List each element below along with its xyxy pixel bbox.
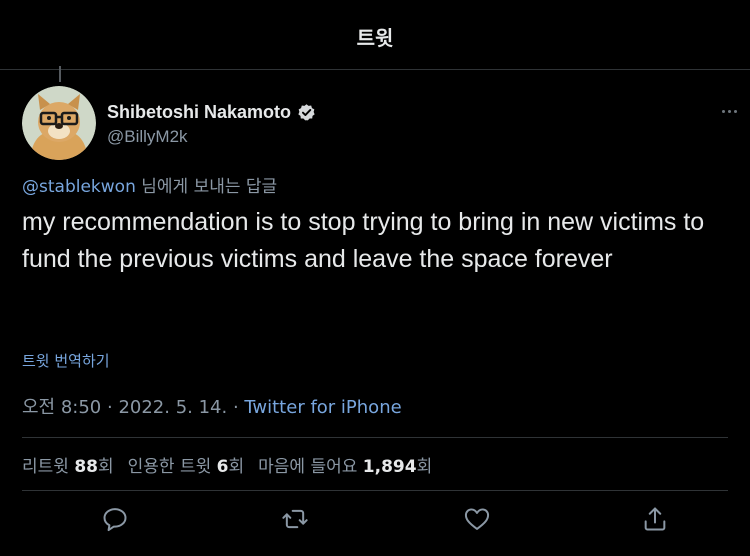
author-name-row[interactable]: Shibetoshi Nakamoto <box>107 102 316 123</box>
tweet-time[interactable]: 오전 8:50 <box>22 397 101 418</box>
author-name[interactable]: Shibetoshi Nakamoto <box>107 102 291 123</box>
reply-context: @stablekwon 님에게 보내는 답글 <box>22 172 277 197</box>
reply-icon[interactable] <box>101 505 129 533</box>
tweet-text: my recommendation is to stop trying to b… <box>22 208 705 273</box>
retweets-count: 88 <box>74 457 98 477</box>
retweet-icon[interactable] <box>281 505 309 533</box>
likes-unit: 회 <box>416 457 433 477</box>
engagement-stats: 리트윗 88회 인용한 트윗 6회 마음에 들어요 1,894회 <box>22 452 432 477</box>
likes-stat[interactable]: 마음에 들어요 1,894회 <box>258 457 432 477</box>
retweets-stat[interactable]: 리트윗 88회 <box>22 457 114 477</box>
quotes-stat[interactable]: 인용한 트윗 6회 <box>128 457 245 477</box>
top-bar: 트윗 <box>0 0 750 70</box>
translate-tweet-link[interactable]: 트윗 번역하기 <box>22 350 110 371</box>
action-bar <box>0 505 750 541</box>
avatar[interactable] <box>22 86 96 160</box>
divider <box>22 437 728 438</box>
quotes-label: 인용한 트윗 <box>127 457 217 477</box>
tweet-date[interactable]: 2022. 5. 14. <box>118 397 227 418</box>
likes-count: 1,894 <box>362 457 417 477</box>
divider <box>22 490 728 491</box>
tweet-meta: 오전 8:50 · 2022. 5. 14. · Twitter for iPh… <box>22 393 402 419</box>
verified-badge-icon <box>297 103 316 122</box>
share-icon[interactable] <box>641 505 669 533</box>
tweet-source-link[interactable]: Twitter for iPhone <box>244 397 401 418</box>
retweets-unit: 회 <box>98 457 114 477</box>
reply-mention-link[interactable]: @stablekwon <box>22 177 136 197</box>
more-options-icon[interactable] <box>722 106 748 116</box>
reply-context-label: 님에게 보내는 답글 <box>135 177 278 197</box>
page-title: 트윗 <box>356 26 394 50</box>
likes-label: 마음에 들어요 <box>258 457 363 477</box>
retweets-label: 리트윗 <box>22 457 75 477</box>
quotes-count: 6 <box>216 457 229 477</box>
author-handle[interactable]: @BillyM2k <box>107 127 188 147</box>
thread-connector-line <box>59 66 61 82</box>
quotes-unit: 회 <box>228 457 245 477</box>
meta-separator: · <box>101 397 119 418</box>
doge-avatar-icon <box>22 86 96 160</box>
meta-separator: · <box>227 397 245 418</box>
like-icon[interactable] <box>463 505 491 533</box>
